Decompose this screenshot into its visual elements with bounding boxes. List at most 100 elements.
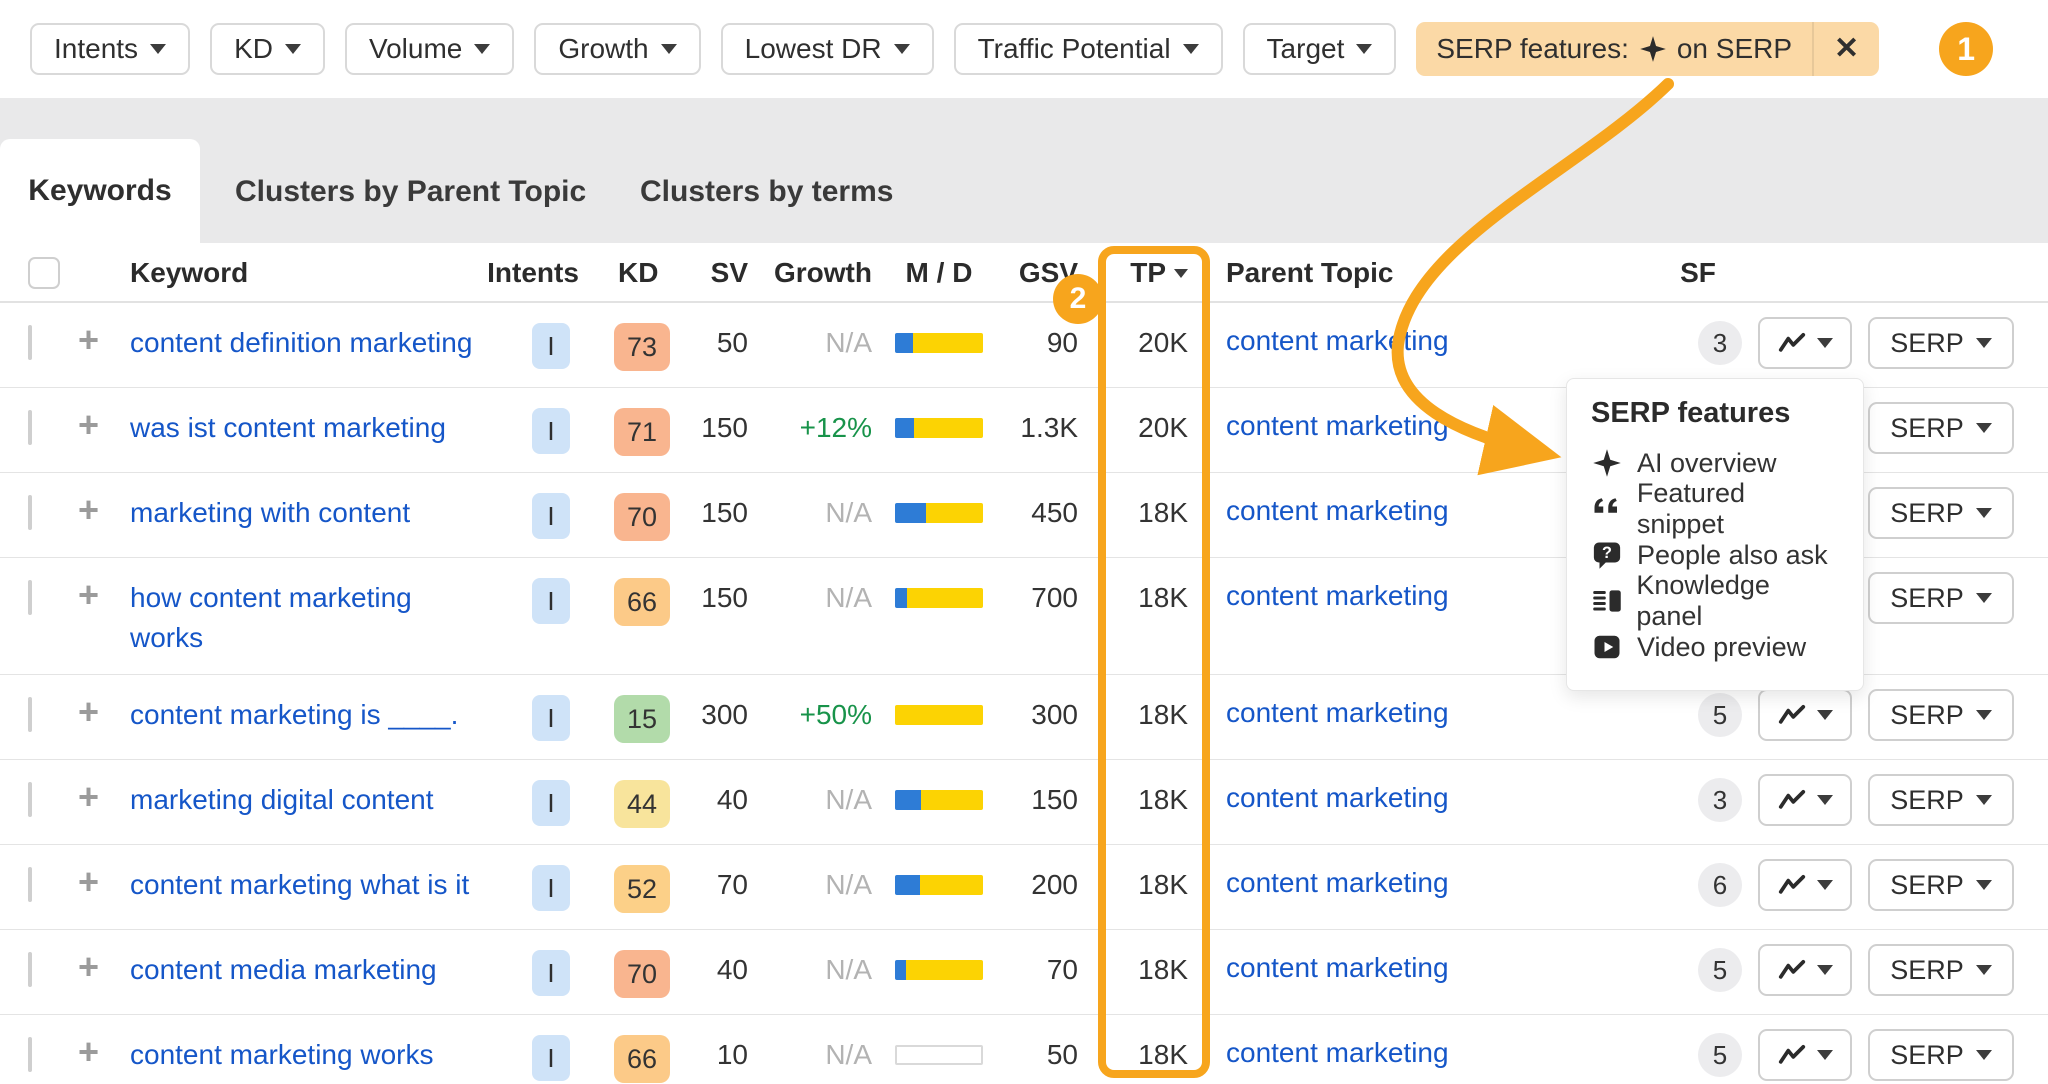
filter-button-growth[interactable]: Growth	[534, 23, 700, 75]
intent-badge[interactable]: I	[532, 408, 570, 454]
keyword-link[interactable]: marketing digital content	[130, 784, 434, 815]
header-intents[interactable]: Intents	[474, 257, 592, 289]
row-checkbox[interactable]	[28, 410, 32, 445]
add-keyword-icon[interactable]: +	[72, 408, 124, 442]
position-history-button[interactable]	[1758, 317, 1852, 369]
header-sv[interactable]: SV	[670, 257, 756, 289]
serp-features-chip-main[interactable]: SERP features: on SERP	[1416, 33, 1812, 65]
row-checkbox[interactable]	[28, 580, 32, 615]
header-sf[interactable]: SF	[1528, 257, 2048, 289]
row-checkbox[interactable]	[28, 325, 32, 360]
parent-topic-link[interactable]: content marketing	[1226, 782, 1449, 813]
chevron-down-icon	[474, 44, 490, 54]
filter-button-kd[interactable]: KD	[210, 23, 325, 75]
parent-topic-link[interactable]: content marketing	[1226, 697, 1449, 728]
select-all-checkbox[interactable]	[28, 257, 60, 289]
keyword-link[interactable]: how content marketing works	[130, 582, 412, 653]
keyword-link[interactable]: content marketing what is it	[130, 869, 469, 900]
parent-topic-link[interactable]: content marketing	[1226, 1037, 1449, 1068]
popup-item-knowledge-panel[interactable]: Knowledge panel	[1591, 578, 1839, 624]
parent-topic-link[interactable]: content marketing	[1226, 952, 1449, 983]
serp-dropdown-button[interactable]: SERP	[1868, 859, 2014, 911]
popup-item-featured-snippet[interactable]: Featured snippet	[1591, 486, 1839, 532]
row-checkbox[interactable]	[28, 952, 32, 987]
header-tp-sorted[interactable]: TP	[1086, 257, 1196, 289]
tab-clusters-by-parent-topic[interactable]: Clusters by Parent Topic	[235, 175, 586, 209]
add-keyword-icon[interactable]: +	[72, 493, 124, 527]
serp-dropdown-button[interactable]: SERP	[1868, 689, 2014, 741]
intent-badge[interactable]: I	[532, 780, 570, 826]
chip-close-icon[interactable]: ✕	[1814, 22, 1879, 76]
add-keyword-icon[interactable]: +	[72, 323, 124, 357]
serp-dropdown-button[interactable]: SERP	[1868, 1029, 2014, 1081]
sf-count-badge[interactable]: 3	[1698, 778, 1742, 822]
tp-value: 20K	[1086, 408, 1196, 444]
serp-dropdown-button[interactable]: SERP	[1868, 487, 2014, 539]
position-history-button[interactable]	[1758, 689, 1852, 741]
position-history-button[interactable]	[1758, 774, 1852, 826]
keyword-link[interactable]: content marketing works	[130, 1039, 433, 1070]
add-keyword-icon[interactable]: +	[72, 695, 124, 729]
filter-button-volume[interactable]: Volume	[345, 23, 514, 75]
serp-button-label: SERP	[1890, 955, 1964, 986]
tab-clusters-by-terms[interactable]: Clusters by terms	[640, 175, 893, 209]
tabs-band: Keywords Clusters by Parent Topic Cluste…	[0, 98, 2048, 243]
table-header: Keyword Intents KD SV Growth M / D GSV T…	[0, 243, 2048, 303]
row-checkbox[interactable]	[28, 782, 32, 817]
position-history-button[interactable]	[1758, 1029, 1852, 1081]
keyword-link[interactable]: content marketing is ____.	[130, 699, 458, 730]
filter-button-intents[interactable]: Intents	[30, 23, 190, 75]
row-checkbox[interactable]	[28, 495, 32, 530]
serp-button-label: SERP	[1890, 1040, 1964, 1071]
add-keyword-icon[interactable]: +	[72, 578, 124, 612]
intent-badge[interactable]: I	[532, 493, 570, 539]
sf-count-badge[interactable]: 5	[1698, 1033, 1742, 1077]
header-kd[interactable]: KD	[592, 257, 670, 289]
intent-badge[interactable]: I	[532, 578, 570, 624]
parent-topic-link[interactable]: content marketing	[1226, 867, 1449, 898]
add-keyword-icon[interactable]: +	[72, 865, 124, 899]
chevron-down-icon	[1817, 795, 1833, 805]
row-checkbox[interactable]	[28, 867, 32, 902]
serp-dropdown-button[interactable]: SERP	[1868, 572, 2014, 624]
chevron-down-icon	[1976, 965, 1992, 975]
header-keyword[interactable]: Keyword	[124, 257, 474, 289]
intent-badge[interactable]: I	[532, 865, 570, 911]
position-history-button[interactable]	[1758, 944, 1852, 996]
sf-count-badge[interactable]: 3	[1698, 321, 1742, 365]
add-keyword-icon[interactable]: +	[72, 950, 124, 984]
serp-dropdown-button[interactable]: SERP	[1868, 944, 2014, 996]
intent-badge[interactable]: I	[532, 323, 570, 369]
sf-count-badge[interactable]: 5	[1698, 693, 1742, 737]
add-keyword-icon[interactable]: +	[72, 780, 124, 814]
popup-item-video-preview[interactable]: Video preview	[1591, 624, 1839, 670]
parent-topic-link[interactable]: content marketing	[1226, 325, 1449, 356]
intent-badge[interactable]: I	[532, 1035, 570, 1081]
row-checkbox[interactable]	[28, 697, 32, 732]
intent-badge[interactable]: I	[532, 695, 570, 741]
serp-features-filter-chip[interactable]: SERP features: on SERP ✕	[1416, 22, 1879, 76]
tab-keywords[interactable]: Keywords	[0, 139, 200, 243]
keyword-link[interactable]: marketing with content	[130, 497, 410, 528]
filter-button-target[interactable]: Target	[1243, 23, 1397, 75]
header-md[interactable]: M / D	[880, 257, 998, 289]
serp-dropdown-button[interactable]: SERP	[1868, 774, 2014, 826]
serp-dropdown-button[interactable]: SERP	[1868, 317, 2014, 369]
sf-count-badge[interactable]: 6	[1698, 863, 1742, 907]
serp-dropdown-button[interactable]: SERP	[1868, 402, 2014, 454]
keyword-link[interactable]: was ist content marketing	[130, 412, 446, 443]
parent-topic-link[interactable]: content marketing	[1226, 410, 1449, 441]
sf-count-badge[interactable]: 5	[1698, 948, 1742, 992]
add-keyword-icon[interactable]: +	[72, 1035, 124, 1069]
filter-button-lowest-dr[interactable]: Lowest DR	[721, 23, 934, 75]
parent-topic-link[interactable]: content marketing	[1226, 580, 1449, 611]
header-parent-topic[interactable]: Parent Topic	[1196, 257, 1528, 289]
keyword-link[interactable]: content media marketing	[130, 954, 437, 985]
header-growth[interactable]: Growth	[756, 257, 880, 289]
parent-topic-link[interactable]: content marketing	[1226, 495, 1449, 526]
position-history-button[interactable]	[1758, 859, 1852, 911]
keyword-link[interactable]: content definition marketing	[130, 327, 472, 358]
row-checkbox[interactable]	[28, 1037, 32, 1072]
filter-button-traffic-potential[interactable]: Traffic Potential	[954, 23, 1223, 75]
intent-badge[interactable]: I	[532, 950, 570, 996]
